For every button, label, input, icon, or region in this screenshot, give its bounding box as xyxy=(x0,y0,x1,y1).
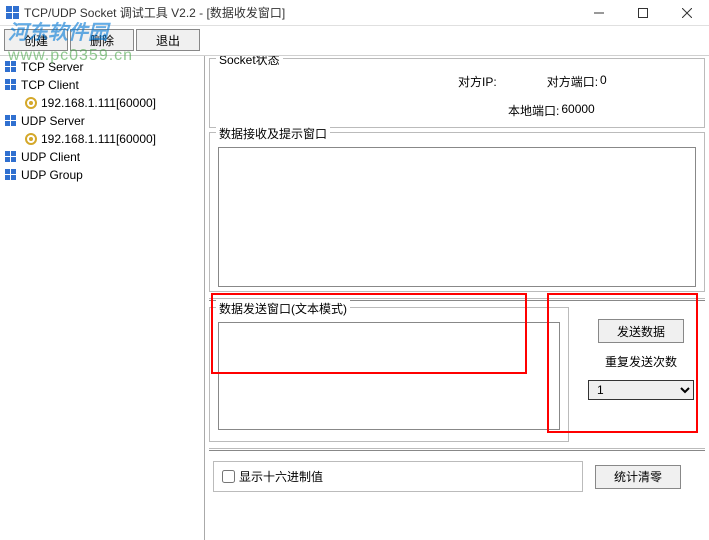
stats-clear-button[interactable]: 统计清零 xyxy=(595,465,681,489)
socket-status-group: Socket状态 对方IP: 对方端口: 0 本地端口: 60000 xyxy=(209,58,705,128)
delete-button[interactable]: 删除 xyxy=(70,29,134,51)
local-port-label: 本地端口: xyxy=(508,102,559,119)
receive-title: 数据接收及提示窗口 xyxy=(216,125,330,142)
minimize-button[interactable] xyxy=(577,0,621,26)
receive-group: 数据接收及提示窗口 xyxy=(209,132,705,292)
send-row: 数据发送窗口(文本模式) 发送数据 重复发送次数 1 xyxy=(209,307,705,442)
window-controls xyxy=(577,0,709,25)
tree-label: UDP Client xyxy=(21,150,80,164)
divider xyxy=(209,448,705,451)
server-icon xyxy=(4,60,18,74)
hex-checkbox-wrap: 显示十六进制值 xyxy=(213,461,583,492)
remote-port-label: 对方端口: xyxy=(547,73,598,90)
tree-item-udp-group[interactable]: UDP Group xyxy=(0,166,204,184)
sidebar-tree[interactable]: TCP Server TCP Client 192.168.1.111[6000… xyxy=(0,56,205,540)
create-button[interactable]: 创建 xyxy=(4,29,68,51)
remote-ip-label: 对方IP: xyxy=(458,73,497,90)
main-area: TCP Server TCP Client 192.168.1.111[6000… xyxy=(0,56,709,540)
node-icon xyxy=(24,132,38,146)
tree-label: 192.168.1.111[60000] xyxy=(41,96,156,110)
content-panel: Socket状态 对方IP: 对方端口: 0 本地端口: 60000 xyxy=(205,56,709,540)
send-data-button[interactable]: 发送数据 xyxy=(598,319,684,343)
repeat-count-label: 重复发送次数 xyxy=(605,353,677,370)
receive-textarea[interactable] xyxy=(218,147,696,287)
tree-label: TCP Client xyxy=(21,78,79,92)
server-icon xyxy=(4,78,18,92)
tree-item-tcp-client-node[interactable]: 192.168.1.111[60000] xyxy=(0,94,204,112)
toolbar: 创建 删除 退出 xyxy=(0,26,709,56)
send-textarea[interactable] xyxy=(218,322,560,430)
node-icon xyxy=(24,96,38,110)
tree-item-tcp-server[interactable]: TCP Server xyxy=(0,58,204,76)
server-icon xyxy=(4,150,18,164)
window-title: TCP/UDP Socket 调试工具 V2.2 - [数据收发窗口] xyxy=(24,4,577,21)
send-controls: 发送数据 重复发送次数 1 xyxy=(577,307,705,442)
tree-label: TCP Server xyxy=(21,60,83,74)
send-title: 数据发送窗口(文本模式) xyxy=(216,300,350,317)
bottom-row: 显示十六进制值 统计清零 xyxy=(209,457,705,496)
tree-label: UDP Group xyxy=(21,168,83,182)
tree-item-udp-client[interactable]: UDP Client xyxy=(0,148,204,166)
maximize-button[interactable] xyxy=(621,0,665,26)
tree-item-udp-server-node[interactable]: 192.168.1.111[60000] xyxy=(0,130,204,148)
remote-port-value: 0 xyxy=(600,73,607,90)
tree-label: UDP Server xyxy=(21,114,85,128)
repeat-count-select[interactable]: 1 xyxy=(588,380,694,400)
tree-label: 192.168.1.111[60000] xyxy=(41,132,156,146)
title-bar: TCP/UDP Socket 调试工具 V2.2 - [数据收发窗口] xyxy=(0,0,709,26)
socket-status-title: Socket状态 xyxy=(216,56,283,68)
local-port-value: 60000 xyxy=(561,102,594,119)
server-icon xyxy=(4,168,18,182)
app-icon xyxy=(6,6,20,20)
tree-item-udp-server[interactable]: UDP Server xyxy=(0,112,204,130)
hex-checkbox-label: 显示十六进制值 xyxy=(239,468,323,485)
send-group: 数据发送窗口(文本模式) xyxy=(209,307,569,442)
hex-display-checkbox[interactable] xyxy=(222,470,235,483)
tree-item-tcp-client[interactable]: TCP Client xyxy=(0,76,204,94)
exit-button[interactable]: 退出 xyxy=(136,29,200,51)
close-button[interactable] xyxy=(665,0,709,26)
server-icon xyxy=(4,114,18,128)
